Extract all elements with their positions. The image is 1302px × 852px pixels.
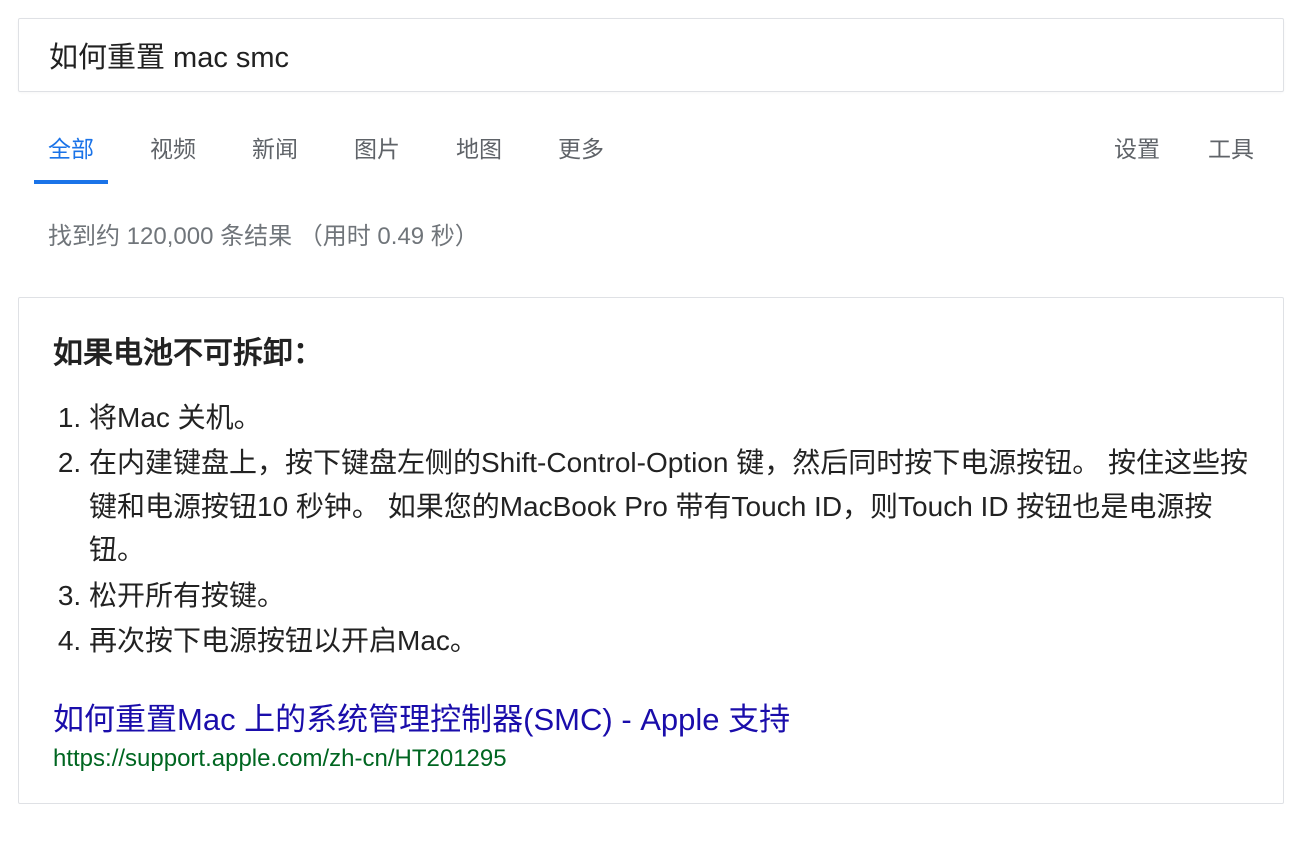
list-item: 将Mac 关机。	[89, 396, 1249, 439]
featured-snippet: 如果电池不可拆卸： 将Mac 关机。 在内建键盘上，按下键盘左侧的Shift-C…	[18, 297, 1284, 804]
snippet-steps: 将Mac 关机。 在内建键盘上，按下键盘左侧的Shift-Control-Opt…	[53, 396, 1249, 662]
tab-news[interactable]: 新闻	[252, 130, 298, 182]
tab-more[interactable]: 更多	[558, 130, 604, 182]
snippet-heading: 如果电池不可拆卸：	[53, 328, 1249, 372]
tab-all[interactable]: 全部	[48, 130, 94, 182]
result-stats: 找到约 120,000 条结果 （用时 0.49 秒）	[48, 216, 1302, 251]
list-item: 再次按下电源按钮以开启Mac。	[89, 619, 1249, 662]
result-title-link[interactable]: 如何重置Mac 上的系统管理控制器(SMC) - Apple 支持	[53, 694, 1249, 739]
tab-videos[interactable]: 视频	[150, 130, 196, 182]
list-item: 在内建键盘上，按下键盘左侧的Shift-Control-Option 键，然后同…	[89, 441, 1249, 571]
result-url: https://support.apple.com/zh-cn/HT201295	[53, 745, 1249, 773]
settings-link[interactable]: 设置	[1114, 130, 1160, 182]
tab-images[interactable]: 图片	[354, 130, 400, 182]
search-input[interactable]	[49, 39, 1217, 72]
search-bar	[18, 18, 1284, 92]
tab-maps[interactable]: 地图	[456, 130, 502, 182]
search-tabs: 全部 视频 新闻 图片 地图 更多 设置 工具	[0, 130, 1302, 182]
tools-link[interactable]: 工具	[1208, 130, 1254, 182]
voice-search-button[interactable]	[1217, 46, 1241, 64]
list-item: 松开所有按键。	[89, 574, 1249, 617]
search-button[interactable]	[1241, 46, 1265, 64]
